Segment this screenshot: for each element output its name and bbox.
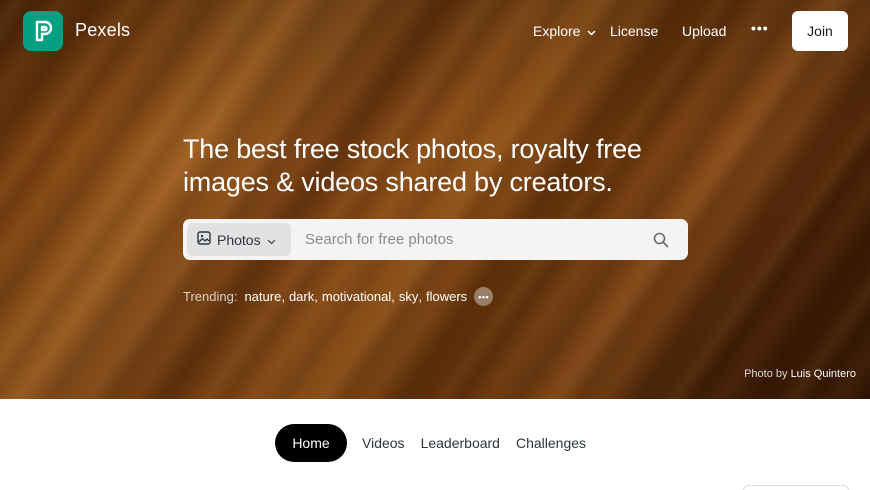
- nav-license[interactable]: License: [610, 23, 658, 39]
- pexels-logo-icon[interactable]: [23, 11, 63, 51]
- more-options-icon[interactable]: •••: [751, 20, 769, 36]
- filter-dropdown[interactable]: [743, 485, 849, 490]
- trending-searches: Trending: nature, dark, motivational, sk…: [183, 287, 494, 306]
- search-icon[interactable]: [653, 232, 669, 248]
- search-input[interactable]: [305, 231, 635, 248]
- chevron-down-icon: [267, 232, 276, 248]
- trending-more-icon[interactable]: •••: [474, 287, 494, 306]
- trending-separator: ,: [314, 289, 318, 304]
- join-button[interactable]: Join: [792, 11, 848, 51]
- search-type-select[interactable]: Photos: [187, 223, 291, 256]
- hero-headline: The best free stock photos, royalty free…: [183, 134, 642, 197]
- image-icon: [197, 231, 211, 248]
- tab-home[interactable]: Home: [275, 424, 347, 462]
- trending-separator: ,: [418, 289, 422, 304]
- trending-term[interactable]: flowers: [426, 289, 467, 304]
- tab-videos[interactable]: Videos: [362, 435, 405, 451]
- content-tabs: Home Videos Leaderboard Challenges: [275, 424, 586, 462]
- trending-term[interactable]: motivational: [322, 289, 391, 304]
- search-type-label: Photos: [217, 231, 261, 248]
- photo-credit: Photo by Luis Quintero: [744, 368, 856, 380]
- hero-banner: Pexels Explore License Upload ••• Join T…: [0, 0, 870, 399]
- trending-label: Trending:: [183, 289, 238, 304]
- photo-credit-prefix: Photo by: [744, 368, 788, 380]
- nav-explore[interactable]: Explore: [533, 23, 596, 39]
- nav-explore-label: Explore: [533, 23, 581, 39]
- chevron-down-icon: [587, 23, 596, 39]
- tab-leaderboard[interactable]: Leaderboard: [421, 435, 500, 451]
- search-bar: Photos: [183, 219, 688, 260]
- trending-term[interactable]: sky: [399, 289, 419, 304]
- trending-separator: ,: [391, 289, 395, 304]
- tab-challenges[interactable]: Challenges: [516, 435, 586, 451]
- trending-term[interactable]: nature: [244, 289, 281, 304]
- trending-separator: ,: [281, 289, 285, 304]
- trending-term[interactable]: dark: [289, 289, 314, 304]
- photo-credit-author[interactable]: Luis Quintero: [791, 368, 856, 380]
- brand-name[interactable]: Pexels: [75, 20, 130, 41]
- nav-upload[interactable]: Upload: [682, 23, 726, 39]
